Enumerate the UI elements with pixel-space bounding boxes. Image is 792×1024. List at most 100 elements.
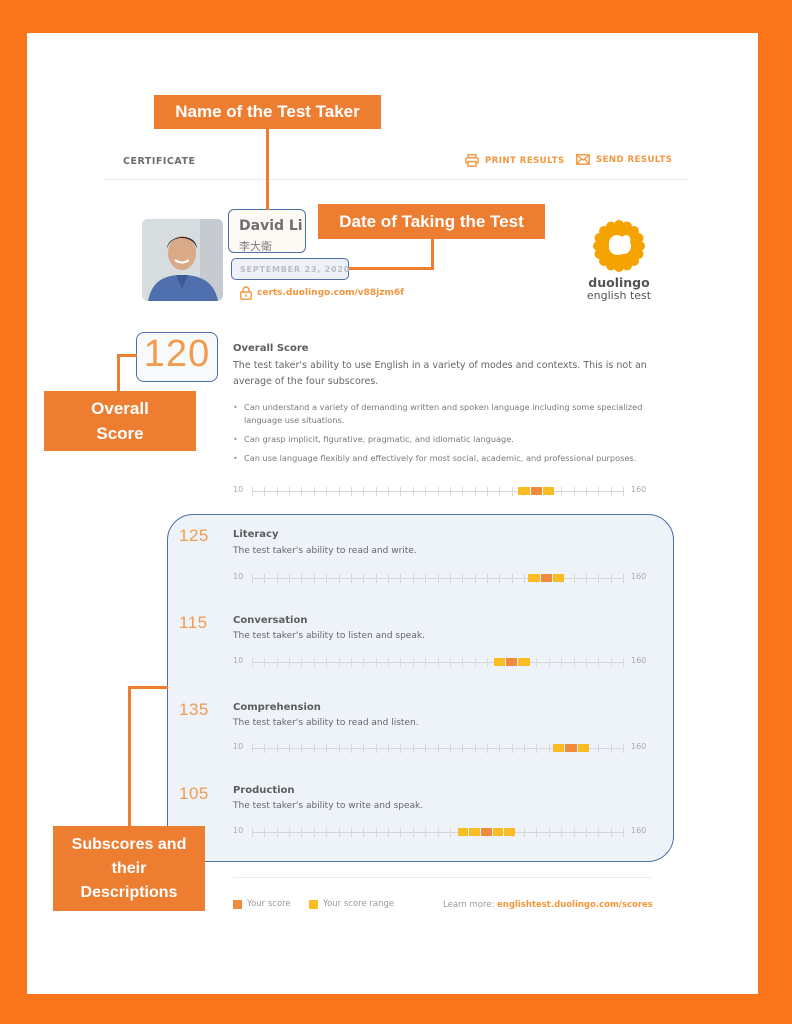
scale-tick	[511, 744, 513, 753]
scale-tick	[338, 487, 340, 496]
certificate-url: certs.duolingo.com/v88jzm6f	[257, 288, 405, 298]
scale-max-label: 160	[631, 742, 647, 751]
your-range-label: Your score range	[323, 899, 395, 909]
scale-tick	[585, 658, 587, 667]
production-scale: 10 160	[233, 825, 653, 839]
scale-tick	[326, 744, 328, 753]
scale-tick	[425, 487, 427, 496]
scale-tick	[412, 744, 414, 753]
scale-tick	[561, 487, 563, 496]
production-description: The test taker's ability to write and sp…	[233, 801, 424, 811]
scale-tick	[449, 744, 451, 753]
scale-tick	[313, 487, 315, 496]
scale-tick	[276, 487, 278, 496]
scale-tick	[524, 574, 526, 583]
your-score-label: Your score	[247, 899, 291, 909]
header-divider	[103, 179, 688, 180]
learn-more-link[interactable]: englishtest.duolingo.com/scores	[497, 900, 653, 910]
scale-tick	[289, 487, 291, 496]
scale-tick	[585, 828, 587, 837]
scale-tick	[486, 744, 488, 753]
legend-divider	[233, 877, 651, 878]
scale-tick	[524, 744, 526, 753]
overall-score-value: 120	[143, 333, 211, 375]
scale-tick	[388, 658, 390, 667]
scale-tick	[276, 744, 278, 753]
scale-tick	[375, 487, 377, 496]
scale-max-label: 160	[631, 656, 647, 665]
scale-tick	[264, 658, 266, 667]
scale-tick	[400, 487, 402, 496]
conversation-description: The test taker's ability to listen and s…	[233, 631, 425, 641]
scale-tick	[437, 744, 439, 753]
your-range-swatch	[309, 899, 318, 909]
scale-tick	[252, 828, 253, 837]
lock-icon	[240, 286, 252, 300]
send-results-button[interactable]: SEND RESULTS	[576, 154, 672, 165]
scale-tick	[313, 828, 315, 837]
scale-min-label: 10	[233, 742, 244, 751]
print-results-button[interactable]: PRINT RESULTS	[465, 154, 565, 167]
scale-tick	[388, 828, 390, 837]
send-results-label: SEND RESULTS	[596, 154, 673, 165]
logo-text: duolingo english test	[580, 276, 658, 302]
comprehension-scale: 10 160	[233, 741, 653, 755]
overall-score-scale: 10 160	[233, 484, 653, 498]
comprehension-score: 135	[179, 700, 209, 719]
comprehension-description: The test taker's ability to read and lis…	[233, 718, 419, 728]
scale-tick	[412, 487, 414, 496]
scale-tick	[425, 744, 427, 753]
scale-tick	[313, 658, 315, 667]
scale-tick	[486, 658, 488, 667]
test-taker-name: David Li	[239, 218, 303, 234]
scale-tick	[350, 658, 352, 667]
certificate-link[interactable]: certs.duolingo.com/v88jzm6f	[240, 286, 404, 300]
scale-tick	[561, 658, 563, 667]
scale-tick	[252, 744, 253, 753]
scale-tick	[623, 744, 624, 753]
scale-min-label: 10	[233, 826, 244, 835]
scale-tick	[462, 744, 464, 753]
name-callout: Name of the Test Taker	[154, 95, 381, 129]
scale-tick	[301, 744, 303, 753]
scale-max-label: 160	[631, 485, 647, 494]
score-range-block	[577, 744, 590, 752]
your-score-swatch	[233, 899, 242, 909]
literacy-scale: 10 160	[233, 571, 653, 585]
logo-brand: duolingo	[588, 275, 650, 290]
duolingo-logo	[593, 220, 645, 276]
scale-tick	[610, 658, 612, 667]
scale-tick	[598, 658, 600, 667]
learn-more-prefix: Learn more:	[443, 900, 495, 910]
scale-tick	[573, 658, 575, 667]
scale-tick	[388, 744, 390, 753]
scale-tick	[301, 487, 303, 496]
scale-tick	[363, 828, 365, 837]
scale-tick	[610, 828, 612, 837]
test-taker-photo	[142, 219, 223, 301]
printer-icon	[465, 154, 479, 167]
scale-tick	[598, 487, 600, 496]
scale-tick	[301, 574, 303, 583]
scale-tick	[289, 574, 291, 583]
overall-score-description: The test taker's ability to use English …	[233, 360, 647, 387]
scale-tick	[462, 487, 464, 496]
scale-tick	[412, 658, 414, 667]
subscores-callout-connector-v	[128, 686, 131, 828]
scale-tick	[437, 574, 439, 583]
scale-tick	[375, 658, 377, 667]
scale-tick	[425, 658, 427, 667]
scale-tick	[363, 658, 365, 667]
scale-tick	[313, 744, 315, 753]
scale-tick	[425, 574, 427, 583]
scale-tick	[511, 487, 513, 496]
scale-tick	[412, 828, 414, 837]
scale-tick	[375, 828, 377, 837]
literacy-description: The test taker's ability to read and wri…	[233, 546, 417, 556]
scale-tick	[536, 658, 538, 667]
score-range-block	[543, 487, 555, 495]
scale-tick	[252, 487, 253, 496]
learn-more: Learn more: englishtest.duolingo.com/sco…	[443, 900, 653, 910]
scale-tick	[511, 574, 513, 583]
overall-callout-connector-v	[117, 354, 120, 394]
